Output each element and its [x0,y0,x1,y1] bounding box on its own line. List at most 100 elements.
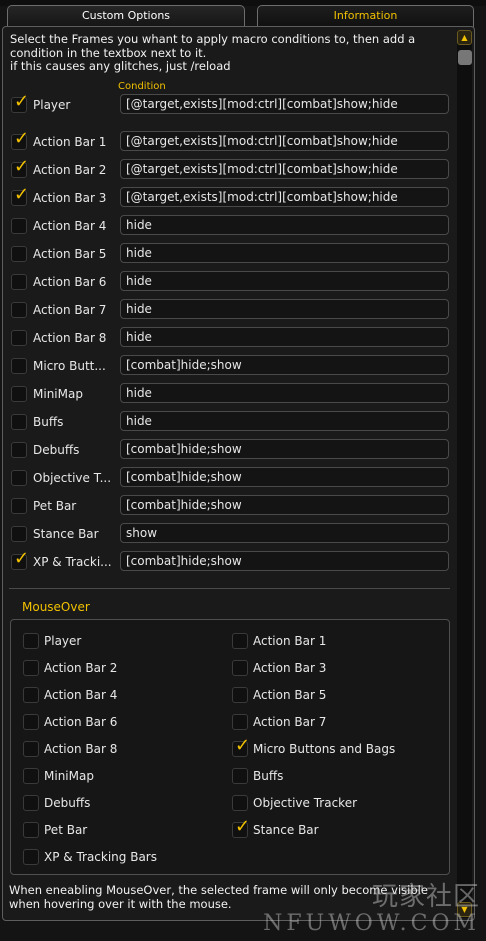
condition-input[interactable] [120,439,449,459]
mouseover-checkbox[interactable] [23,741,39,757]
mouseover-item[interactable]: Buffs [232,765,432,787]
tab-custom-options[interactable]: Custom Options [7,5,245,27]
mouseover-item[interactable]: ✓ Micro Buttons and Bags [232,737,432,760]
mouseover-item[interactable]: MiniMap [23,765,223,787]
frame-checkbox[interactable] [11,498,27,514]
mouseover-checkbox[interactable] [232,633,248,649]
frame-checkbox[interactable]: ✓ [11,186,29,206]
condition-input[interactable] [120,523,449,543]
frame-checkbox[interactable]: ✓ [11,158,29,178]
condition-input[interactable] [120,467,449,487]
scrollbar-thumb[interactable] [458,50,472,65]
intro-text: Select the Frames you whant to apply mac… [10,32,450,74]
frame-checkbox[interactable]: ✓ [11,93,29,113]
mouseover-item[interactable]: Action Bar 4 [23,684,223,706]
frame-label: XP & Tracki... [33,555,112,569]
condition-input[interactable] [120,495,449,515]
condition-input[interactable] [120,327,449,347]
frame-checkbox[interactable] [11,442,27,458]
mouseover-checkbox[interactable] [23,687,39,703]
mouseover-item[interactable]: Action Bar 5 [232,684,432,706]
frame-row: MiniMap [0,382,460,406]
mouseover-item[interactable]: Action Bar 6 [23,711,223,733]
frame-label: Action Bar 2 [33,163,107,177]
frame-checkbox[interactable] [11,414,27,430]
condition-input[interactable] [120,215,449,235]
frame-checkbox[interactable] [11,246,27,262]
tab-information[interactable]: Information [257,5,474,27]
frame-checkbox[interactable]: ✓ [11,550,29,570]
mouseover-checkbox[interactable] [23,768,39,784]
condition-input[interactable] [120,94,449,114]
mouseover-checkbox[interactable]: ✓ [232,818,250,838]
mouseover-checkbox[interactable] [232,687,248,703]
scrollbar-track[interactable] [457,30,472,918]
mouseover-checkbox[interactable] [232,660,248,676]
condition-input[interactable] [120,271,449,291]
watermark: 玩家社区 NFUWOW.COM [263,882,480,936]
scroll-up-icon[interactable]: ▲ [457,30,472,45]
mouseover-item[interactable]: Pet Bar [23,819,223,841]
watermark-en: NFUWOW.COM [263,911,480,936]
checkmark-icon: ✓ [14,548,30,569]
frame-checkbox[interactable] [11,218,27,234]
condition-input[interactable] [120,187,449,207]
frame-row: ✓ Action Bar 3 [0,186,460,210]
frame-checkbox[interactable] [11,274,27,290]
mouseover-label: Action Bar 1 [253,634,327,648]
mouseover-item[interactable]: ✓ Stance Bar [232,818,432,841]
mouseover-label: Action Bar 3 [253,661,327,675]
mouseover-item[interactable]: Action Bar 1 [232,630,432,652]
frame-label: Action Bar 8 [33,331,107,345]
condition-input[interactable] [120,299,449,319]
condition-input[interactable] [120,355,449,375]
mouseover-label: Action Bar 6 [44,715,118,729]
frame-label: Objective T... [33,471,112,485]
mouseover-checkbox[interactable] [23,822,39,838]
mouseover-checkbox[interactable] [232,768,248,784]
mouseover-item[interactable]: XP & Tracking Bars [23,846,223,868]
mouseover-checkbox[interactable] [232,714,248,730]
frame-label: Action Bar 5 [33,247,107,261]
mouseover-checkbox[interactable] [232,795,248,811]
mouseover-checkbox[interactable] [23,660,39,676]
mouseover-label: XP & Tracking Bars [44,850,157,864]
mouseover-label: Buffs [253,769,284,783]
condition-input[interactable] [120,383,449,403]
mouseover-checkbox[interactable] [23,633,39,649]
mouseover-item[interactable]: Objective Tracker [232,792,432,814]
mouseover-item[interactable]: Action Bar 7 [232,711,432,733]
frame-checkbox[interactable] [11,330,27,346]
condition-input[interactable] [120,243,449,263]
condition-input[interactable] [120,159,449,179]
frame-checkbox[interactable] [11,470,27,486]
watermark-cn: 玩家社区 [371,882,480,912]
intro-line-1: Select the Frames you whant to apply mac… [10,32,416,60]
condition-input[interactable] [120,131,449,151]
frame-label: Action Bar 3 [33,191,107,205]
checkmark-icon: ✓ [14,184,30,205]
mouseover-checkbox[interactable] [23,714,39,730]
mouseover-item[interactable]: Debuffs [23,792,223,814]
mouseover-item[interactable]: Action Bar 8 [23,738,223,760]
condition-input[interactable] [120,551,449,571]
mouseover-item[interactable]: Action Bar 3 [232,657,432,679]
mouseover-label: Action Bar 8 [44,742,118,756]
mouseover-checkbox[interactable]: ✓ [232,737,250,757]
condition-column-header: Condition [118,81,166,92]
mouseover-checkbox[interactable] [23,849,39,865]
frame-checkbox[interactable]: ✓ [11,130,29,150]
frame-label: Pet Bar [33,499,77,513]
frame-checkbox[interactable] [11,302,27,318]
mouseover-checkbox[interactable] [23,795,39,811]
frame-checkbox[interactable] [11,358,27,374]
frame-checkbox[interactable] [11,386,27,402]
checkmark-icon: ✓ [14,128,30,149]
frame-row: ✓ XP & Tracki... [0,550,460,574]
frame-label: Action Bar 1 [33,135,107,149]
condition-input[interactable] [120,411,449,431]
checkmark-icon: ✓ [235,735,251,756]
frame-checkbox[interactable] [11,526,27,542]
mouseover-item[interactable]: Player [23,630,223,652]
mouseover-item[interactable]: Action Bar 2 [23,657,223,679]
